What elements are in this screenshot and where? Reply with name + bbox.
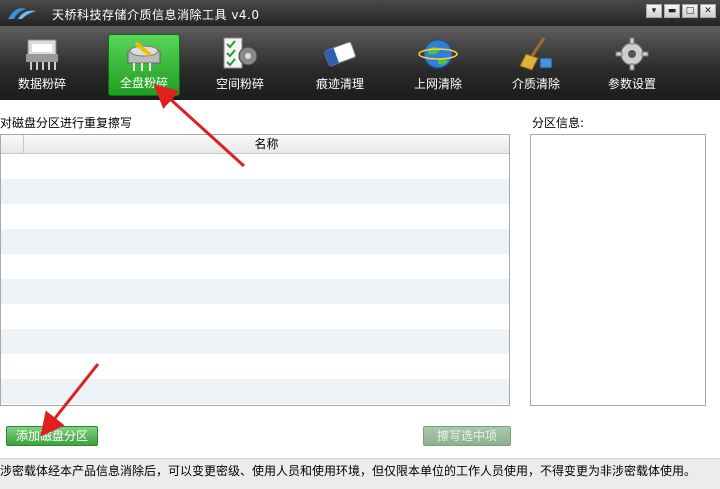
table-row[interactable]: [1, 279, 509, 304]
menu-button[interactable]: ▾: [646, 4, 662, 18]
main-toolbar: 数据粉碎 全盘粉碎 空间粉碎 痕迹清理 上网清除 介质清除 参数设置: [0, 26, 720, 100]
title-bar: 天桥科技存储介质信息消除工具 v4.0 ▾ ▬ □ ✕: [0, 0, 720, 26]
tab-full-disk-shred[interactable]: 全盘粉碎: [108, 34, 180, 96]
tab-label: 介质清除: [511, 77, 560, 91]
tab-space-shred[interactable]: 空间粉碎: [204, 34, 276, 96]
tab-settings[interactable]: 参数设置: [596, 34, 668, 96]
list-header-gutter: [1, 135, 24, 153]
tab-trace-clean[interactable]: 痕迹清理: [304, 34, 376, 96]
tab-label: 痕迹清理: [315, 77, 364, 91]
tab-label: 上网清除: [413, 77, 462, 91]
tab-label: 空间粉碎: [215, 77, 264, 91]
table-row[interactable]: [1, 304, 509, 329]
gear-icon: [615, 37, 649, 71]
partition-info-label: 分区信息:: [532, 116, 585, 130]
tab-data-shred[interactable]: 数据粉碎: [6, 34, 78, 96]
partition-list[interactable]: 名称: [0, 134, 510, 406]
table-row[interactable]: [1, 254, 509, 279]
disk-shred-icon: [127, 41, 161, 71]
table-row[interactable]: [1, 354, 509, 379]
app-logo-icon: [8, 8, 36, 19]
partition-list-label: 对磁盘分区进行重复擦写: [0, 116, 133, 130]
shredder-icon: [26, 39, 58, 70]
table-row[interactable]: [1, 179, 509, 204]
partition-info-panel: [530, 134, 706, 406]
eraser-icon: [324, 41, 356, 67]
tab-media-clean[interactable]: 介质清除: [500, 34, 572, 96]
tab-label: 全盘粉碎: [119, 76, 168, 90]
tab-label: 数据粉碎: [17, 77, 66, 91]
window-title: 天桥科技存储介质信息消除工具 v4.0: [52, 8, 260, 22]
close-button[interactable]: ✕: [700, 4, 716, 18]
minimize-button[interactable]: ▬: [664, 4, 680, 18]
table-row[interactable]: [1, 379, 509, 404]
wipe-selected-button[interactable]: 擦写选中项: [423, 426, 511, 446]
add-partition-button[interactable]: 添加磁盘分区: [6, 426, 98, 446]
broom-icon: [519, 37, 553, 71]
column-name-header[interactable]: 名称: [24, 135, 509, 153]
table-row[interactable]: [1, 154, 509, 179]
tab-internet-clean[interactable]: 上网清除: [402, 34, 474, 96]
status-bar: 涉密载体经本产品信息消除后，可以变更密级、使用人员和使用环境，但仅限本单位的工作…: [0, 458, 720, 489]
list-header: 名称: [1, 135, 509, 154]
table-row[interactable]: [1, 329, 509, 354]
table-row[interactable]: [1, 229, 509, 254]
space-shred-icon: [223, 37, 258, 69]
globe-icon: [418, 39, 458, 69]
tab-label: 参数设置: [607, 77, 656, 91]
maximize-button[interactable]: □: [682, 4, 698, 18]
table-row[interactable]: [1, 204, 509, 229]
